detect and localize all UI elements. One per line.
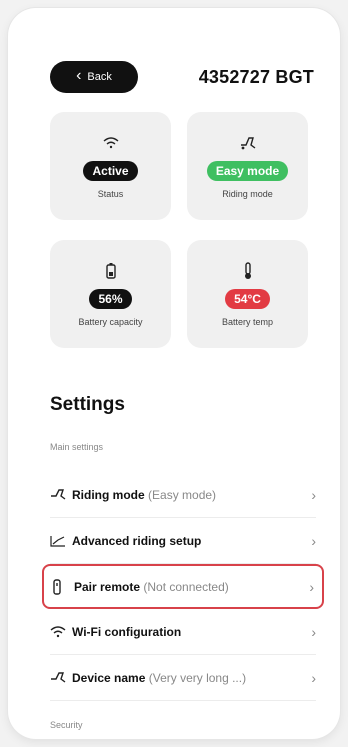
- settings-item-device-name[interactable]: Device name (Very very long ...) ›: [50, 655, 316, 701]
- back-button[interactable]: ‹ Back: [50, 61, 138, 93]
- back-label: Back: [87, 71, 112, 83]
- riding-mode-card: Easy mode Riding mode: [187, 112, 308, 220]
- chart-icon: [50, 535, 72, 547]
- settings-title: Settings: [50, 394, 125, 415]
- battery-temp-card: 54°C Battery temp: [187, 240, 308, 348]
- chevron-left-icon: ‹: [76, 67, 82, 84]
- remote-icon: [52, 578, 74, 595]
- item-sub: (Not connected): [143, 579, 229, 594]
- battery-temp-label: Battery temp: [221, 317, 274, 327]
- item-sub: (Very very long ...): [148, 670, 247, 685]
- settings-item-advanced-riding[interactable]: Advanced riding setup ›: [50, 518, 316, 564]
- item-label: Pair remote: [74, 579, 141, 594]
- riding-mode-label: Riding mode: [222, 189, 273, 199]
- chevron-right-icon: ›: [311, 486, 316, 503]
- section-label-main: Main settings: [50, 442, 104, 452]
- scooter-icon: [50, 488, 72, 501]
- item-label: Wi-Fi configuration: [72, 624, 182, 639]
- riding-mode-badge: Easy mode: [206, 161, 289, 181]
- battery-capacity-badge: 56%: [89, 289, 132, 309]
- section-label-security: Security: [50, 720, 83, 730]
- status-card: Active Status: [50, 112, 171, 220]
- battery-capacity-card: 56% Battery capacity: [50, 240, 171, 348]
- thermometer-icon: [236, 261, 260, 281]
- scooter-icon: [50, 671, 72, 684]
- wifi-icon: [50, 625, 72, 638]
- scooter-icon: [236, 133, 260, 153]
- status-badge: Active: [83, 161, 138, 181]
- wifi-icon: [99, 133, 123, 153]
- header: ‹ Back 4352727 BGT: [50, 60, 314, 94]
- status-grid: Active Status Easy mode Riding mode 56% …: [50, 112, 312, 348]
- battery-temp-badge: 54°C: [225, 289, 270, 309]
- chevron-right-icon: ›: [309, 578, 314, 595]
- item-label: Device name: [72, 670, 146, 685]
- status-label: Status: [97, 189, 124, 199]
- item-label: Riding mode: [72, 487, 145, 502]
- battery-capacity-label: Battery capacity: [78, 317, 143, 327]
- phone-screen: ‹ Back 4352727 BGT Active Status Easy mo…: [8, 8, 340, 739]
- settings-item-riding-mode[interactable]: Riding mode (Easy mode) ›: [50, 472, 316, 518]
- chevron-right-icon: ›: [311, 532, 316, 549]
- item-sub: (Easy mode): [148, 487, 217, 502]
- settings-item-pair-remote[interactable]: Pair remote (Not connected) ›: [42, 564, 324, 609]
- battery-icon: [99, 261, 123, 281]
- chevron-right-icon: ›: [311, 669, 316, 686]
- device-id: 4352727 BGT: [198, 66, 314, 87]
- settings-list: Riding mode (Easy mode) › Advanced ridin…: [42, 472, 324, 701]
- item-label: Advanced riding setup: [72, 533, 202, 548]
- chevron-right-icon: ›: [311, 623, 316, 640]
- settings-item-wifi[interactable]: Wi-Fi configuration ›: [50, 609, 316, 655]
